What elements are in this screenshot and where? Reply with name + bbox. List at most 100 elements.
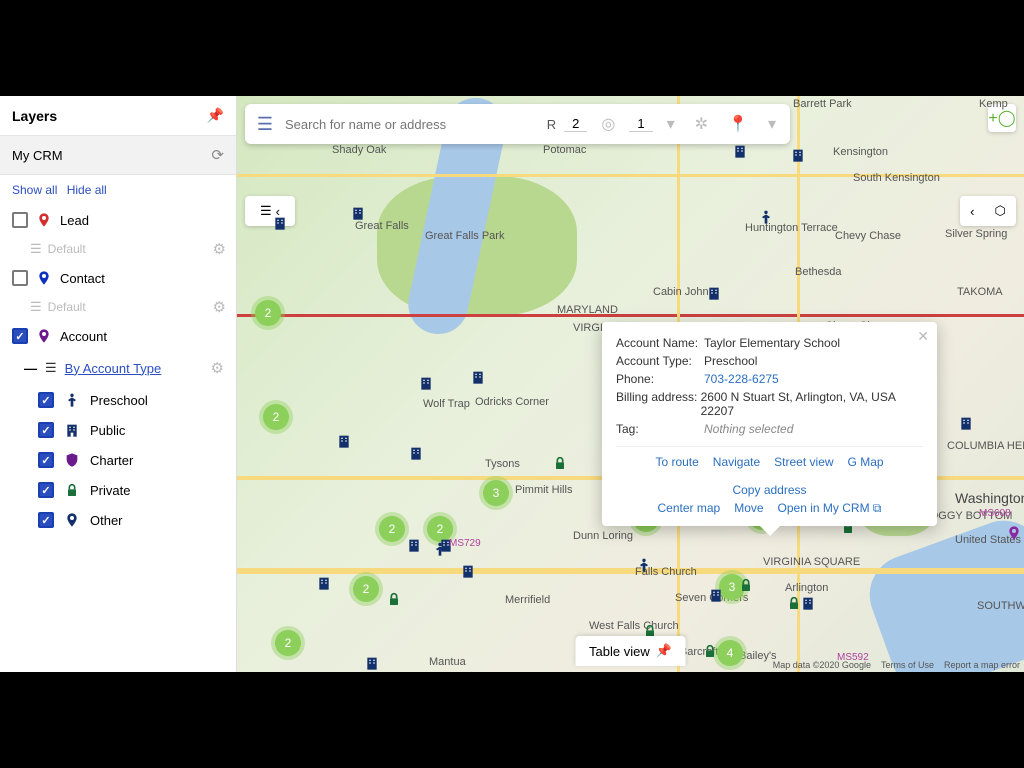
layer-contact[interactable]: Contact: [0, 263, 236, 293]
type-preschool[interactable]: Preschool: [0, 385, 236, 415]
info-field-label: Phone:: [616, 372, 704, 386]
info-action[interactable]: Navigate: [713, 455, 760, 469]
collapse-icon[interactable]: —: [24, 361, 37, 376]
shield-icon: [64, 452, 80, 468]
building-marker[interactable]: [417, 374, 435, 392]
shape-tools[interactable]: ‹ ⬡: [960, 196, 1016, 226]
checkbox-other[interactable]: [38, 512, 54, 528]
type-charter[interactable]: Charter: [0, 445, 236, 475]
building-marker[interactable]: [957, 414, 975, 432]
checkbox-preschool[interactable]: [38, 392, 54, 408]
pin-icon[interactable]: 📌: [207, 107, 224, 124]
refresh-icon[interactable]: ⟳: [211, 146, 224, 164]
lock-marker[interactable]: [385, 590, 403, 608]
close-icon[interactable]: ✕: [917, 328, 929, 345]
terms-link[interactable]: Terms of Use: [881, 660, 934, 670]
lock-marker[interactable]: [551, 454, 569, 472]
info-field-value: 2600 N Stuart St, Arlington, VA, USA 222…: [701, 390, 923, 418]
pin-purple-marker[interactable]: [1005, 526, 1023, 544]
city-label: Dunn Loring: [573, 530, 633, 542]
cluster-marker[interactable]: 2: [263, 404, 289, 430]
gear-icon[interactable]: ✲: [689, 114, 714, 134]
building-marker[interactable]: [707, 586, 725, 604]
info-action[interactable]: Center map: [658, 501, 721, 516]
type-other[interactable]: Other: [0, 505, 236, 535]
r-value[interactable]: 2: [564, 116, 587, 132]
building-marker[interactable]: [789, 146, 807, 164]
info-action[interactable]: Open in My CRM ⧉: [778, 501, 882, 516]
building-marker[interactable]: [363, 654, 381, 672]
building-marker[interactable]: [469, 368, 487, 386]
cluster-marker[interactable]: 3: [483, 480, 509, 506]
city-label: Potomac: [543, 144, 586, 156]
cluster-marker[interactable]: 2: [353, 576, 379, 602]
info-action[interactable]: G Map: [848, 455, 884, 469]
layers-title: Layers: [12, 108, 57, 124]
layer-contact-label: Contact: [60, 271, 105, 286]
checkbox-account[interactable]: [12, 328, 28, 344]
info-field-value: Taylor Elementary School: [704, 336, 840, 350]
city-label: Washington: [955, 490, 1024, 506]
person-marker[interactable]: [431, 540, 449, 558]
gear-icon[interactable]: ⚙: [213, 240, 226, 258]
layer-lead-label: Lead: [60, 213, 89, 228]
group-name[interactable]: By Account Type: [65, 361, 162, 376]
person-marker[interactable]: [757, 208, 775, 226]
search-input[interactable]: [285, 117, 539, 132]
building-marker[interactable]: [459, 562, 477, 580]
city-label: Kemp: [979, 98, 1008, 110]
cluster-marker[interactable]: 2: [379, 516, 405, 542]
building-marker[interactable]: [335, 432, 353, 450]
building-icon: [64, 422, 80, 438]
cluster-marker[interactable]: 4: [717, 640, 743, 666]
gear-icon[interactable]: ⚙: [213, 298, 226, 316]
building-marker[interactable]: [731, 142, 749, 160]
pin-icon: [64, 512, 80, 528]
cluster-marker[interactable]: 2: [275, 630, 301, 656]
marker-label: MS729: [449, 538, 481, 549]
info-action[interactable]: To route: [655, 455, 698, 469]
checkbox-private[interactable]: [38, 482, 54, 498]
lock-marker[interactable]: [785, 594, 803, 612]
building-marker[interactable]: [349, 204, 367, 222]
city-label: Bailey's: [739, 650, 777, 662]
layer-account[interactable]: Account: [0, 321, 236, 351]
table-view-toggle[interactable]: Table view 📌: [575, 636, 686, 666]
pin-icon: [36, 212, 52, 228]
info-link[interactable]: 703-228-6275: [704, 372, 779, 386]
menu-icon[interactable]: ☰: [253, 114, 277, 135]
building-marker[interactable]: [271, 214, 289, 232]
dropdown-icon[interactable]: ▾: [762, 114, 782, 134]
person-marker[interactable]: [635, 556, 653, 574]
type-other-label: Other: [90, 513, 123, 528]
city-label: Pimmit Hills: [515, 484, 572, 496]
city-label: Chevy Chase: [835, 230, 901, 242]
info-action[interactable]: Move: [734, 501, 763, 516]
layer-lead[interactable]: Lead: [0, 205, 236, 235]
lock-marker[interactable]: [737, 576, 755, 594]
map-canvas[interactable]: ☰ R 2 ◎ 1 ▾ ✲ 📍 ▾ ☰ ‹ +◯ ‹ ⬡ Shady OakPo…: [237, 96, 1024, 672]
building-marker[interactable]: [405, 536, 423, 554]
count-value[interactable]: 1: [629, 116, 652, 132]
info-action[interactable]: Copy address: [732, 483, 806, 497]
cluster-marker[interactable]: 2: [255, 300, 281, 326]
hide-all-link[interactable]: Hide all: [67, 183, 107, 197]
show-all-link[interactable]: Show all: [12, 183, 57, 197]
building-marker[interactable]: [407, 444, 425, 462]
report-error-link[interactable]: Report a map error: [944, 660, 1020, 670]
info-field-label: Account Type:: [616, 354, 704, 368]
dropdown-icon[interactable]: ▾: [661, 114, 681, 134]
checkbox-public[interactable]: [38, 422, 54, 438]
type-private[interactable]: Private: [0, 475, 236, 505]
lock-marker[interactable]: [701, 642, 719, 660]
type-public[interactable]: Public: [0, 415, 236, 445]
target-icon[interactable]: ◎: [595, 114, 621, 134]
checkbox-contact[interactable]: [12, 270, 28, 286]
building-marker[interactable]: [315, 574, 333, 592]
checkbox-charter[interactable]: [38, 452, 54, 468]
pin-icon[interactable]: 📍: [722, 114, 754, 134]
gear-icon[interactable]: ⚙: [211, 359, 224, 377]
building-marker[interactable]: [705, 284, 723, 302]
checkbox-lead[interactable]: [12, 212, 28, 228]
info-action[interactable]: Street view: [774, 455, 833, 469]
